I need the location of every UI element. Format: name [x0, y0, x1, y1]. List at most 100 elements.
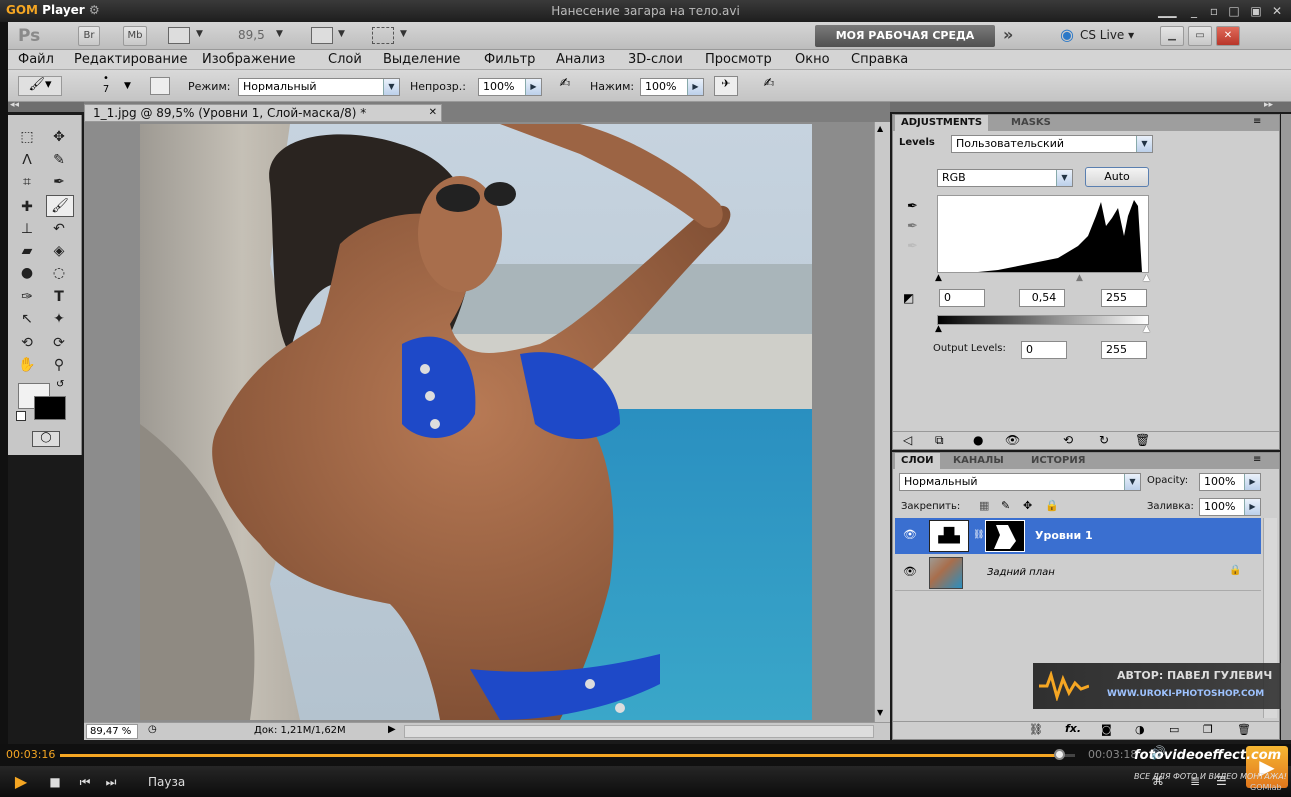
healing-brush-tool-icon[interactable]: ✚ [16, 197, 38, 217]
tab-masks[interactable]: MASKS [1005, 115, 1057, 131]
status-menu-icon[interactable]: ▶ [388, 724, 396, 735]
chevron-down-icon[interactable]: ▼ [400, 29, 407, 39]
swap-colors-icon[interactable]: ↺ [56, 379, 64, 390]
menu-help[interactable]: Справка [851, 52, 908, 67]
chevron-down-icon[interactable]: ▼ [338, 29, 345, 39]
view-previous-icon[interactable]: ⟲ [1063, 433, 1073, 447]
brush-tool-icon[interactable]: 🖌 [46, 195, 74, 217]
menu-file[interactable]: Файл [18, 52, 54, 67]
menu-filter[interactable]: Фильтр [484, 52, 535, 67]
next-icon[interactable]: ⏭ [102, 773, 120, 791]
black-eyedropper-icon[interactable]: ✒ [907, 199, 918, 214]
menu-analysis[interactable]: Анализ [556, 52, 605, 67]
menu-select[interactable]: Выделение [383, 52, 460, 67]
document-tab[interactable]: 1_1.jpg @ 89,5% (Уровни 1, Слой-маска/8)… [84, 104, 442, 122]
output-white-field[interactable]: 255 [1101, 341, 1147, 359]
bridge-button[interactable]: Br [78, 26, 100, 46]
mini-bridge-button[interactable]: Mb [123, 26, 147, 46]
lock-position-icon[interactable]: ✥ [1023, 499, 1032, 512]
expand-icon[interactable]: ▸▸ [1264, 100, 1273, 110]
input-white-field[interactable]: 255 [1101, 289, 1147, 307]
lock-all-icon[interactable]: 🔒 [1045, 499, 1059, 512]
menu-image[interactable]: Изображение [202, 52, 295, 67]
output-black-field[interactable]: 0 [1021, 341, 1067, 359]
quick-select-tool-icon[interactable]: ✎ [48, 150, 70, 170]
layer-opacity-input[interactable]: 100% ▶ [1199, 473, 1261, 491]
back-icon[interactable]: ◁ [903, 433, 912, 447]
stop-icon[interactable]: ■ [46, 773, 64, 791]
close-icon[interactable]: ✕ [1268, 2, 1286, 20]
input-gamma-slider[interactable]: ▲ [1076, 273, 1083, 283]
zoom-level[interactable]: 89,5 [238, 28, 265, 42]
fill-input[interactable]: 100% ▶ [1199, 498, 1261, 516]
clipping-icon[interactable]: ◩ [903, 291, 914, 305]
previous-icon[interactable]: ⏮ [76, 773, 94, 791]
input-gamma-field[interactable]: 0,54 [1019, 289, 1065, 307]
layer-row-background[interactable]: 👁 Задний план 🔒 [895, 555, 1261, 591]
pressure-opacity-icon[interactable]: ✍ [554, 76, 576, 96]
fullscreen-icon[interactable]: ▣ [1247, 2, 1265, 20]
type-tool-icon[interactable]: T [48, 287, 70, 307]
brush-panel-icon[interactable] [150, 77, 170, 95]
quick-mask-icon[interactable]: ◯ [32, 431, 60, 447]
mode-select[interactable]: Нормальный ▼ [238, 78, 400, 96]
new-adjustment-icon[interactable]: ◑ [1135, 723, 1145, 736]
lasso-tool-icon[interactable]: ⴷ [16, 150, 38, 170]
menu-layer[interactable]: Слой [328, 52, 362, 67]
background-color-swatch[interactable] [34, 396, 66, 420]
arrange-docs-icon[interactable] [311, 27, 333, 44]
lock-pixels-icon[interactable]: ✎ [1001, 499, 1010, 512]
clip-to-layer-icon[interactable]: ● [973, 433, 983, 447]
photo-canvas[interactable] [140, 124, 812, 720]
input-white-slider[interactable]: ▲ [1143, 273, 1150, 283]
tab-channels[interactable]: КАНАЛЫ [947, 453, 1010, 469]
screen-mode-icon[interactable] [372, 27, 394, 44]
close-tab-icon[interactable]: ✕ [429, 105, 437, 121]
shape-tool-icon[interactable]: ✦ [48, 309, 70, 329]
horizontal-scrollbar[interactable] [404, 725, 874, 738]
reset-icon[interactable]: ↻ [1099, 433, 1109, 447]
seek-handle[interactable] [1053, 749, 1065, 760]
levels-preset-select[interactable]: Пользовательский ▼ [951, 135, 1153, 153]
chevron-down-icon[interactable]: ▼ [124, 81, 131, 91]
chevron-down-icon[interactable]: ▼ [196, 29, 203, 39]
move-tool-icon[interactable]: ✥ [48, 127, 70, 147]
new-group-icon[interactable]: ▭ [1169, 723, 1179, 736]
menu-edit[interactable]: Редактирование [74, 52, 187, 67]
maximize-icon[interactable]: □ [1225, 2, 1243, 20]
workspace-button[interactable]: МОЯ РАБОЧАЯ СРЕДА [815, 25, 995, 47]
fx-icon[interactable]: fx. [1065, 722, 1081, 735]
output-black-slider[interactable]: ▲ [935, 324, 942, 334]
airbrush-icon[interactable]: ✈ [714, 76, 738, 96]
play-icon[interactable]: ▶ [12, 773, 30, 791]
new-layer-icon[interactable]: ❐ [1203, 723, 1213, 736]
eyedropper-tool-icon[interactable]: ✒ [48, 172, 70, 192]
blur-tool-icon[interactable]: ● [16, 263, 38, 283]
auto-button[interactable]: Auto [1085, 167, 1149, 187]
layer-row-levels[interactable]: 👁 ▟▙ ⛓ Уровни 1 [895, 518, 1261, 554]
visibility-eye-icon[interactable]: 👁 [903, 565, 917, 578]
flow-input[interactable]: 100% ▶ [640, 78, 704, 96]
3d-orbit-tool-icon[interactable]: ⟳ [48, 333, 70, 353]
seek-bar[interactable] [60, 754, 1075, 757]
marquee-tool-icon[interactable]: ⬚ [16, 127, 38, 147]
link-layers-icon[interactable]: ⛓ [1029, 723, 1043, 736]
input-black-field[interactable]: 0 [939, 289, 985, 307]
more-workspaces-icon[interactable]: » [1003, 25, 1013, 44]
clone-stamp-tool-icon[interactable]: ⊥ [16, 219, 38, 239]
zoom-status[interactable]: 89,47 % [86, 724, 138, 739]
collapse-icon[interactable]: ◂◂ [10, 100, 19, 110]
trash-icon[interactable]: 🗑 [1135, 433, 1150, 447]
crop-tool-icon[interactable]: ⌗ [16, 172, 38, 192]
add-mask-icon[interactable]: ◙ [1101, 723, 1112, 736]
expand-view-icon[interactable]: ⧉ [935, 433, 944, 448]
menu-view[interactable]: Просмотр [705, 52, 772, 67]
visibility-eye-icon[interactable]: 👁 [1005, 433, 1020, 447]
tab-adjustments[interactable]: ADJUSTMENTS [895, 115, 989, 131]
scroll-down-icon[interactable]: ▼ [877, 708, 883, 717]
view-extras-icon[interactable] [168, 27, 190, 44]
brush-size[interactable]: • 7 [96, 73, 116, 95]
layer-mask-thumbnail[interactable] [985, 520, 1025, 552]
hand-tool-icon[interactable]: ✋ [16, 355, 38, 375]
menu-window[interactable]: Окно [795, 52, 830, 67]
